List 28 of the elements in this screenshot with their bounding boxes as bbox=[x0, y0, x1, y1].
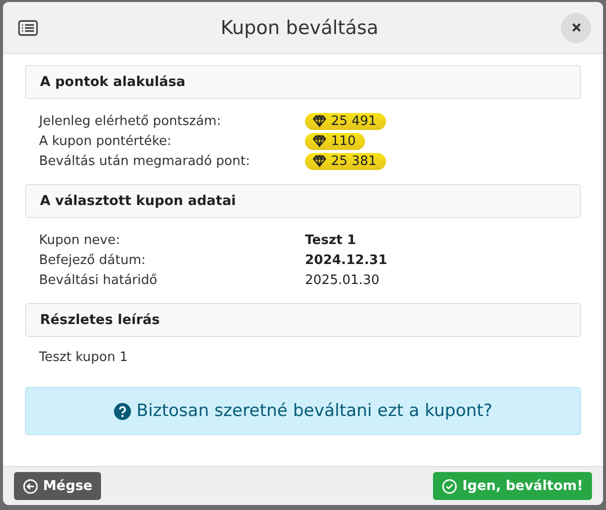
points-badge: 25 491 bbox=[305, 112, 386, 130]
section-heading: Részletes leírás bbox=[25, 303, 581, 337]
cancel-button[interactable]: Mégse bbox=[14, 472, 102, 500]
field-label: Jelenleg elérhető pontszám: bbox=[39, 114, 222, 128]
close-button[interactable] bbox=[561, 12, 591, 42]
points-badge: 25 381 bbox=[305, 152, 386, 170]
diamond-icon bbox=[313, 115, 326, 127]
section-heading: A pontok alakulása bbox=[25, 65, 581, 99]
points-badge: 110 bbox=[305, 132, 365, 150]
question-icon bbox=[114, 402, 131, 420]
field-label: Beváltás után megmaradó pont: bbox=[39, 154, 251, 168]
arrow-left-circle-icon bbox=[23, 478, 38, 494]
close-icon bbox=[572, 23, 580, 32]
list-icon[interactable] bbox=[18, 20, 38, 36]
field-value: 2025.01.30 bbox=[305, 272, 380, 288]
field-value: 2024.12.31 bbox=[305, 252, 388, 268]
field-label: A kupon pontértéke: bbox=[39, 134, 172, 148]
field-label: Kupon neve: bbox=[39, 232, 122, 248]
diamond-icon bbox=[313, 135, 326, 147]
diamond-icon bbox=[313, 155, 326, 167]
section-heading: A választott kupon adatai bbox=[25, 184, 581, 218]
dialog-title: Kupon beváltása bbox=[220, 16, 380, 38]
field-label: Befejező dátum: bbox=[39, 252, 147, 268]
question-text: Biztosan szeretné beváltani ezt a kupont? bbox=[136, 401, 492, 421]
check-circle-icon bbox=[442, 478, 458, 494]
field-value: Teszt 1 bbox=[305, 232, 358, 248]
description-text: Teszt kupon 1 bbox=[39, 350, 129, 365]
field-label: Beváltási határidő bbox=[39, 272, 158, 288]
